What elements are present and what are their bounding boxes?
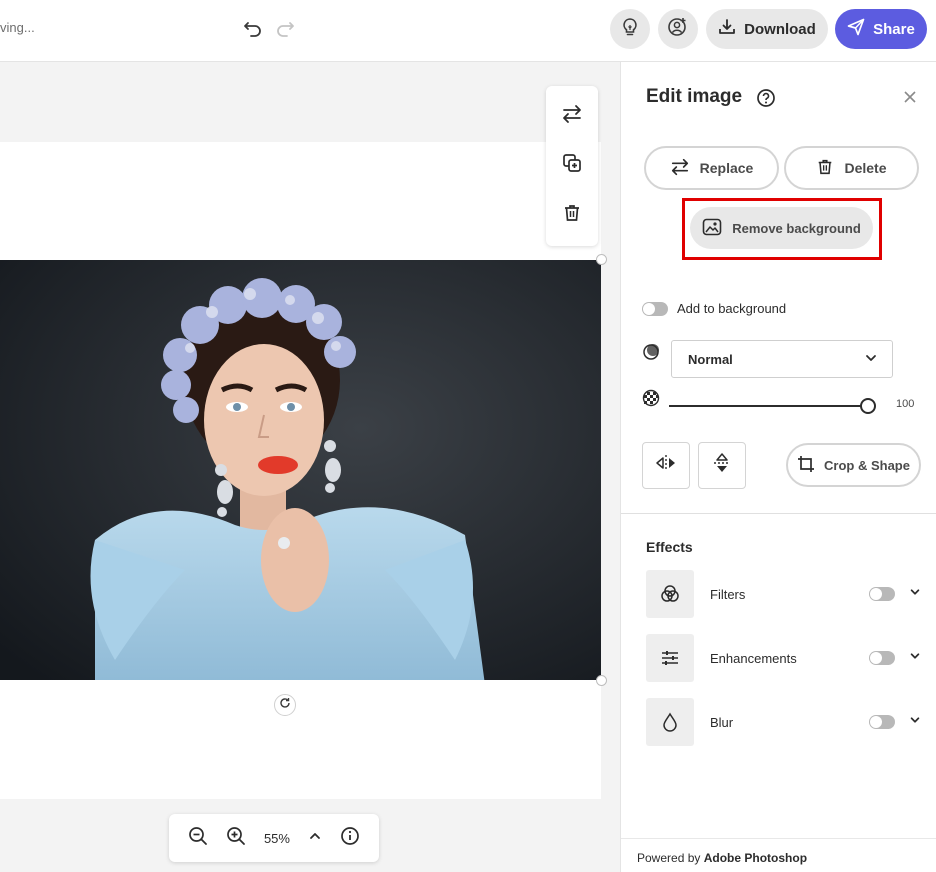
opacity-slider-thumb[interactable] (860, 398, 876, 414)
rotate-icon (279, 696, 291, 714)
chevron-up-icon[interactable] (308, 829, 322, 848)
help-icon[interactable] (756, 88, 776, 113)
replace-button[interactable]: Replace (644, 146, 779, 190)
blur-toggle[interactable] (869, 715, 895, 729)
crop-icon (797, 455, 815, 476)
effect-row-blur[interactable]: Blur (646, 698, 921, 746)
effect-label-blur: Blur (710, 714, 734, 730)
invite-button[interactable] (658, 9, 698, 49)
download-label: Download (744, 20, 816, 38)
enhancements-toggle[interactable] (869, 651, 895, 665)
undo-icon[interactable] (242, 17, 264, 39)
undo-redo-group (242, 17, 296, 39)
blend-mode-select[interactable]: Normal (671, 340, 893, 378)
resize-handle-bottom-right[interactable] (596, 675, 607, 686)
opacity-slider-track[interactable] (669, 405, 865, 407)
info-icon[interactable] (340, 826, 360, 851)
floating-toolbar (546, 86, 598, 246)
zoom-level: 55% (263, 830, 290, 846)
drop-icon (646, 698, 694, 746)
chevron-down-icon[interactable] (909, 649, 921, 667)
flip-vertical-icon (713, 452, 731, 479)
duplicate-button[interactable] (556, 150, 588, 182)
delete-element-button[interactable] (556, 199, 588, 231)
opacity-icon (642, 389, 660, 412)
chevron-down-icon[interactable] (909, 713, 921, 731)
lightbulb-icon (620, 17, 640, 42)
selected-image[interactable] (0, 260, 601, 680)
replace-label: Replace (699, 160, 754, 176)
download-icon (718, 18, 736, 40)
share-button[interactable]: Share (835, 9, 927, 49)
remove-background-label: Remove background (732, 220, 861, 236)
add-to-background-label: Add to background (677, 301, 787, 316)
crop-shape-label: Crop & Shape (824, 457, 910, 473)
section-divider (621, 513, 936, 514)
opacity-value[interactable]: 100 (896, 398, 914, 410)
duplicate-icon (561, 152, 583, 179)
zoom-bar: 55% (169, 814, 379, 862)
powered-by-footer: Powered by Adobe Photoshop (621, 838, 936, 872)
zoom-out-icon[interactable] (188, 826, 208, 851)
blend-mode-value: Normal (688, 351, 733, 367)
add-person-icon (668, 17, 688, 42)
redo-icon[interactable] (274, 17, 296, 39)
replace-image-button[interactable] (556, 101, 588, 133)
delete-label: Delete (844, 160, 887, 176)
crop-shape-button[interactable]: Crop & Shape (786, 443, 921, 487)
footer-prefix: Powered by (637, 851, 704, 865)
flip-horizontal-button[interactable] (642, 442, 690, 489)
footer-brand: Adobe Photoshop (703, 851, 808, 865)
sliders-icon (646, 634, 694, 682)
effect-row-filters[interactable]: Filters (646, 570, 921, 618)
zoom-in-icon[interactable] (226, 826, 246, 851)
saving-status: ving... (0, 20, 35, 35)
chevron-down-icon (864, 351, 878, 368)
effect-label-filters: Filters (710, 586, 746, 602)
flip-vertical-button[interactable] (698, 442, 746, 489)
panel-title: Edit image (646, 86, 743, 107)
add-to-background-toggle[interactable] (642, 301, 668, 316)
swap-arrows-icon (561, 103, 583, 130)
share-label: Share (873, 20, 915, 38)
download-button[interactable]: Download (706, 9, 828, 49)
trash-icon (562, 203, 582, 228)
chevron-down-icon[interactable] (909, 585, 921, 603)
edit-image-panel: Edit image Replace Delete Remove backgro… (620, 62, 936, 872)
send-icon (847, 18, 865, 40)
top-bar: ving... Download Share (0, 0, 936, 62)
delete-button[interactable]: Delete (784, 146, 919, 190)
filters-icon (646, 570, 694, 618)
effects-title: Effects (646, 539, 693, 555)
swap-arrows-icon (670, 157, 690, 180)
close-icon[interactable] (902, 89, 918, 110)
tips-button[interactable] (610, 9, 650, 49)
blend-mode-icon (642, 343, 660, 366)
rotate-handle[interactable] (274, 694, 296, 716)
image-remove-bg-icon (702, 218, 722, 239)
filters-toggle[interactable] (869, 587, 895, 601)
remove-background-button[interactable]: Remove background (690, 207, 873, 249)
flip-horizontal-icon (655, 454, 677, 477)
trash-icon (816, 158, 834, 179)
effect-label-enhancements: Enhancements (710, 650, 797, 666)
effect-row-enhancements[interactable]: Enhancements (646, 634, 921, 682)
canvas-area: 55% (0, 62, 620, 872)
resize-handle-top-right[interactable] (596, 254, 607, 265)
add-to-background-row: Add to background (642, 301, 786, 316)
